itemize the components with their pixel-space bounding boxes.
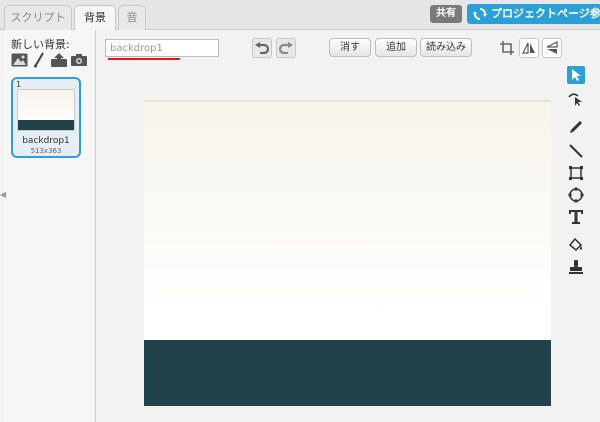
crop-button[interactable]	[497, 38, 517, 58]
camera-icon[interactable]	[70, 52, 88, 68]
backdrop-number: 1	[16, 80, 22, 89]
text-icon	[569, 210, 583, 224]
flip-vertical-icon	[546, 41, 558, 54]
fill-icon	[568, 237, 583, 252]
pencil-tool[interactable]	[567, 118, 585, 136]
undo-icon	[255, 42, 269, 54]
tab-bar: スクリプト 背景 音 共有 プロジェクトページ参	[0, 0, 600, 31]
line-icon	[569, 144, 583, 158]
drawing-canvas[interactable]	[144, 100, 551, 406]
share-button[interactable]: 共有	[430, 5, 462, 23]
canvas-ground	[144, 340, 551, 406]
text-tool[interactable]	[567, 208, 585, 226]
rectangle-icon	[569, 166, 583, 180]
undo-button[interactable]	[252, 38, 272, 58]
tab-backdrops[interactable]: 背景	[74, 5, 116, 31]
tab-scripts[interactable]: スクリプト	[4, 5, 72, 30]
crop-icon	[500, 41, 514, 55]
backdrop-name-input[interactable]	[105, 39, 219, 57]
reshape-icon	[568, 93, 582, 106]
backdrop-thumbnail[interactable]: 1 backdrop1 513x363	[11, 77, 81, 158]
project-page-button[interactable]: プロジェクトページ参	[467, 4, 600, 24]
flip-vertical-button[interactable]	[542, 38, 562, 58]
sync-icon	[473, 8, 487, 20]
flip-horizontal-icon	[522, 42, 535, 54]
backdrop-preview	[17, 89, 75, 131]
stamp-icon	[569, 260, 583, 274]
collapse-handle[interactable]: ◀	[0, 190, 6, 202]
backdrop-list-panel: 新しい背景: 1 backdrop1 513x363	[4, 30, 96, 422]
flip-horizontal-button[interactable]	[519, 38, 539, 58]
upload-icon[interactable]	[50, 52, 68, 68]
paint-brush-icon[interactable]	[30, 52, 48, 68]
paint-editor: 消す 追加 読み込み	[96, 30, 600, 422]
line-tool[interactable]	[567, 142, 585, 160]
project-page-label: プロジェクトページ参	[491, 7, 600, 20]
name-underline	[108, 58, 180, 60]
add-button[interactable]: 追加	[375, 38, 417, 57]
rectangle-tool[interactable]	[567, 164, 585, 182]
ellipse-icon	[568, 187, 584, 203]
backdrop-size: 513x363	[30, 147, 62, 155]
clear-button[interactable]: 消す	[329, 38, 371, 57]
tab-sounds[interactable]: 音	[118, 5, 146, 30]
select-icon	[572, 69, 581, 81]
new-backdrop-label: 新しい背景:	[11, 38, 70, 51]
ellipse-tool[interactable]	[567, 186, 585, 204]
select-tool[interactable]	[567, 66, 585, 84]
pencil-icon	[570, 120, 583, 133]
import-button[interactable]: 読み込み	[420, 38, 472, 57]
redo-icon	[279, 42, 293, 54]
fill-tool[interactable]	[567, 236, 585, 254]
redo-button[interactable]	[276, 38, 296, 58]
reshape-tool[interactable]	[567, 90, 585, 108]
image-library-icon[interactable]	[10, 52, 28, 68]
backdrop-name: backdrop1	[22, 136, 70, 146]
new-backdrop-icons	[10, 52, 88, 68]
stamp-tool[interactable]	[567, 258, 585, 276]
